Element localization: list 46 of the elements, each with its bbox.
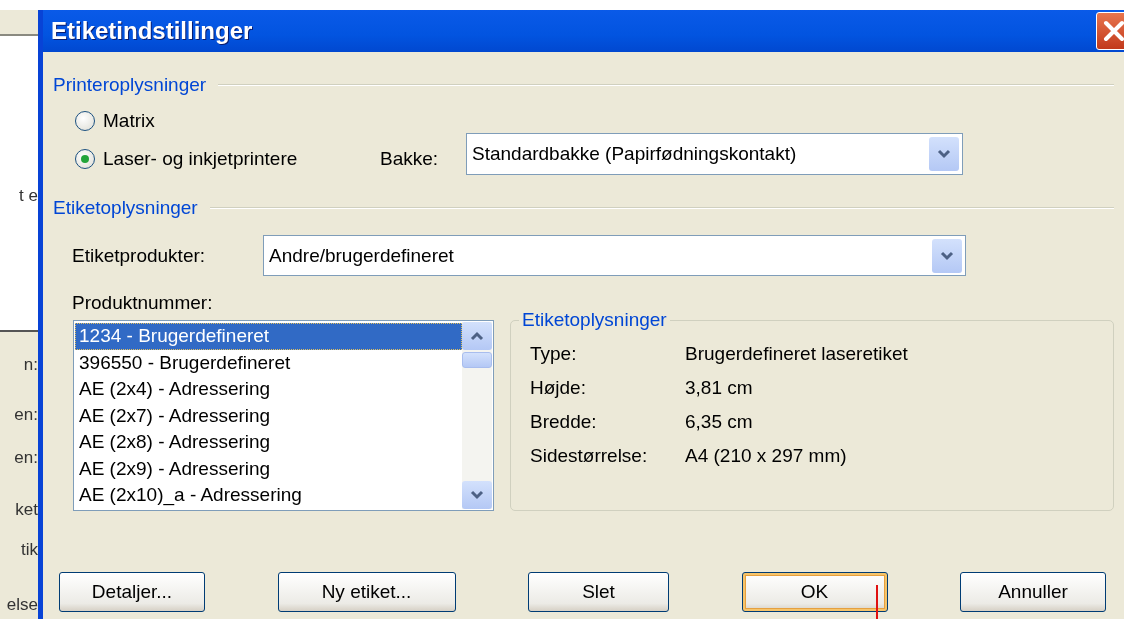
detail-label: Højde:: [530, 377, 587, 399]
dialog-button[interactable]: Detaljer...: [59, 572, 205, 612]
detail-value: Brugerdefineret laseretiket: [685, 343, 909, 365]
list-item[interactable]: AE (2x4) - Adressering: [75, 376, 462, 403]
dialog-button[interactable]: OK: [741, 572, 888, 612]
detail-label: Sidestørrelse:: [530, 445, 649, 467]
scroll-thumb[interactable]: [462, 352, 492, 368]
dialog-button[interactable]: Ny etiket...: [277, 572, 456, 612]
detail-label: Bredde:: [530, 411, 598, 433]
background-text: else: [6, 595, 38, 615]
group-heading: Etiketoplysninger: [53, 197, 198, 219]
radio-option[interactable]: Laser- og inkjetprintere: [75, 148, 380, 170]
list-item[interactable]: AE (2x10)_a - Adressering: [75, 482, 462, 510]
background-text: tik: [21, 540, 38, 560]
list-item[interactable]: AE (2x9) - Adressering: [75, 455, 462, 483]
scroll-down-icon[interactable]: [462, 481, 492, 509]
background-text: n:: [23, 355, 38, 375]
close-button[interactable]: [1096, 12, 1124, 50]
background-text: en:: [14, 405, 38, 425]
background-text: ket: [15, 500, 38, 520]
list-item[interactable]: AE (2x7) - Adressering: [75, 402, 462, 430]
product-list[interactable]: 1234 - Brugerdefineret 396550 - Brugerdefineret AE (2x4) - Adressering AE (2x7) - Adressering AE (2x8) - Adressering AE (2x9) - Adressering AE (2x10)_a - Adressering: [73, 320, 494, 511]
radio-option[interactable]: Matrix: [75, 109, 380, 132]
list-item[interactable]: 1234 - Brugerdefineret: [75, 323, 462, 350]
products-dropdown[interactable]: Andre/brugerdefineret: [263, 235, 966, 276]
list-item[interactable]: 396550 - Brugerdefineret: [75, 349, 462, 377]
group-heading: Printeroplysninger: [53, 74, 207, 96]
detail-value: 3,81 cm: [685, 377, 754, 399]
detail-value: 6,35 cm: [685, 411, 754, 433]
window-title: Etiketindstillinger: [50, 17, 253, 45]
scrollbar[interactable]: [462, 322, 492, 509]
tray-dropdown[interactable]: Standardbakke (Papirfødningskontakt): [466, 133, 963, 175]
scroll-up-icon[interactable]: [462, 322, 492, 350]
products-label: Etiketprodukter:: [72, 244, 207, 267]
dialog-button[interactable]: Slet: [528, 572, 669, 612]
tray-label: Bakke:: [380, 148, 440, 170]
radio-button[interactable]: [75, 110, 95, 131]
close-icon: [1101, 18, 1124, 44]
background-text: t e: [19, 186, 38, 206]
detail-value: A4 (210 x 297 mm): [685, 445, 848, 467]
product-number-label: Produktnummer:: [72, 292, 214, 314]
background-text: en:: [14, 448, 38, 468]
dialog-button[interactable]: Annuller: [960, 572, 1106, 612]
list-item[interactable]: AE (2x8) - Adressering: [75, 429, 462, 456]
radio-button[interactable]: [75, 149, 95, 169]
detail-label: Type:: [530, 343, 578, 365]
